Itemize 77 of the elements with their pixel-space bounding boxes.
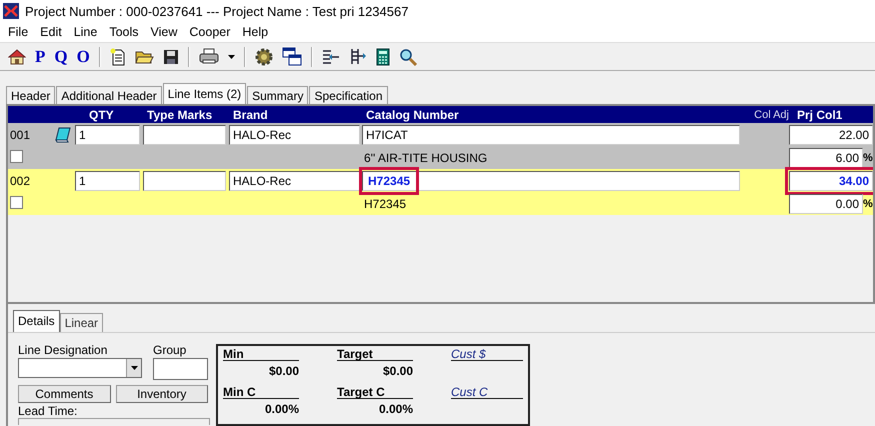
line-item-row[interactable]: 002 1 HALO-Rec H72345 34.00 H72345 0.00 % [8,169,873,215]
menu-item[interactable]: Cooper [183,25,236,39]
qty-field[interactable]: 1 [75,170,140,190]
field-label: Lead Time: [18,404,78,418]
column-header: Col Adj [753,108,789,120]
pricing-label: Target [337,348,413,361]
caret-icon [130,366,138,370]
action-button[interactable]: Comments [18,385,110,403]
menu-item[interactable]: Edit [34,25,68,39]
menu-item[interactable]: File [2,25,34,39]
caret-icon[interactable] [228,54,235,58]
tab[interactable]: Additional Header [56,86,162,104]
action-button[interactable]: Inventory [116,385,208,403]
tab[interactable]: Summary [247,86,308,104]
indent-left-icon[interactable] [322,48,340,64]
search-icon[interactable] [398,48,417,66]
line-number: 002 [9,174,32,188]
indent-right-icon[interactable] [348,48,367,65]
toolbar-letter-button[interactable]: O [76,46,90,66]
menu-item[interactable]: Tools [103,25,145,39]
field-label: Group [153,343,188,357]
description-text: H72345 [363,196,406,210]
pricing-label: Min [223,348,299,361]
catalog-number-field[interactable]: H7ICAT [362,124,740,144]
percent-field[interactable]: 0.00 [789,194,863,214]
column-header: Catalog Number [365,108,460,122]
gear-icon[interactable] [254,48,273,66]
tab[interactable]: Linear [60,313,104,332]
price-field[interactable]: 22.00 [789,124,873,144]
pricing-value: $0.00 [268,363,299,380]
pricing-value: $0.00 [382,363,413,380]
lead-time-field[interactable] [18,418,210,425]
line-item-row[interactable]: 001 1 HALO-Rec H7ICAT 22.00 6'' AIR-TITE HOUSING 6.00 % [8,123,873,169]
brand-field[interactable]: HALO-Rec [229,170,360,190]
tab[interactable]: Header [6,86,56,104]
pricing-value: 0.00% [264,401,299,418]
new-document-icon[interactable] [110,48,126,66]
toolbar-letter-button[interactable]: Q [54,46,68,66]
type-marks-field[interactable] [143,124,226,144]
description-text: 6'' AIR-TITE HOUSING [363,150,488,164]
home-icon[interactable] [8,48,26,65]
tab[interactable]: Specification [309,86,388,104]
qty-field[interactable]: 1 [75,124,140,144]
field-label: Line Designation [18,343,108,357]
windows-icon[interactable] [282,47,302,66]
pricing-label: Cust C [451,386,523,399]
line-number: 001 [9,128,32,142]
open-folder-icon[interactable] [134,48,154,64]
type-marks-field[interactable] [143,170,226,190]
tab[interactable]: Details [13,310,60,332]
save-icon[interactable] [162,48,179,64]
pricing-label: Cust $ [451,348,523,361]
column-header: Type Marks [146,108,214,122]
window-title: Project Number : 000-0237641 --- Project Name : Test pri 1234567 [25,4,408,18]
toolbar-letter-button[interactable]: P [35,46,46,66]
column-header: Prj Col1 [796,108,844,122]
percent-unit: % [863,152,873,164]
pricing-label: Min C [223,386,299,399]
menu-item[interactable]: Line [68,25,104,39]
checkbox[interactable] [10,196,23,208]
note-icon[interactable] [55,126,72,142]
column-header: QTY [88,108,115,122]
tab[interactable]: Line Items (2) [162,83,246,104]
checkbox[interactable] [10,150,23,162]
pricing-value: 0.00% [378,401,413,418]
percent-field[interactable]: 6.00 [789,148,863,168]
line-designation-dropdown[interactable] [18,358,142,378]
menu-item[interactable]: View [144,25,184,39]
group-field[interactable] [153,358,208,380]
column-header: Brand [232,108,269,122]
printer-icon[interactable] [198,48,219,65]
app-logo-icon [3,3,19,19]
pricing-label: Target C [337,386,413,399]
percent-unit: % [863,198,873,210]
menu-item[interactable]: Help [236,25,274,39]
calculator-icon[interactable] [376,48,390,66]
brand-field[interactable]: HALO-Rec [229,124,360,144]
